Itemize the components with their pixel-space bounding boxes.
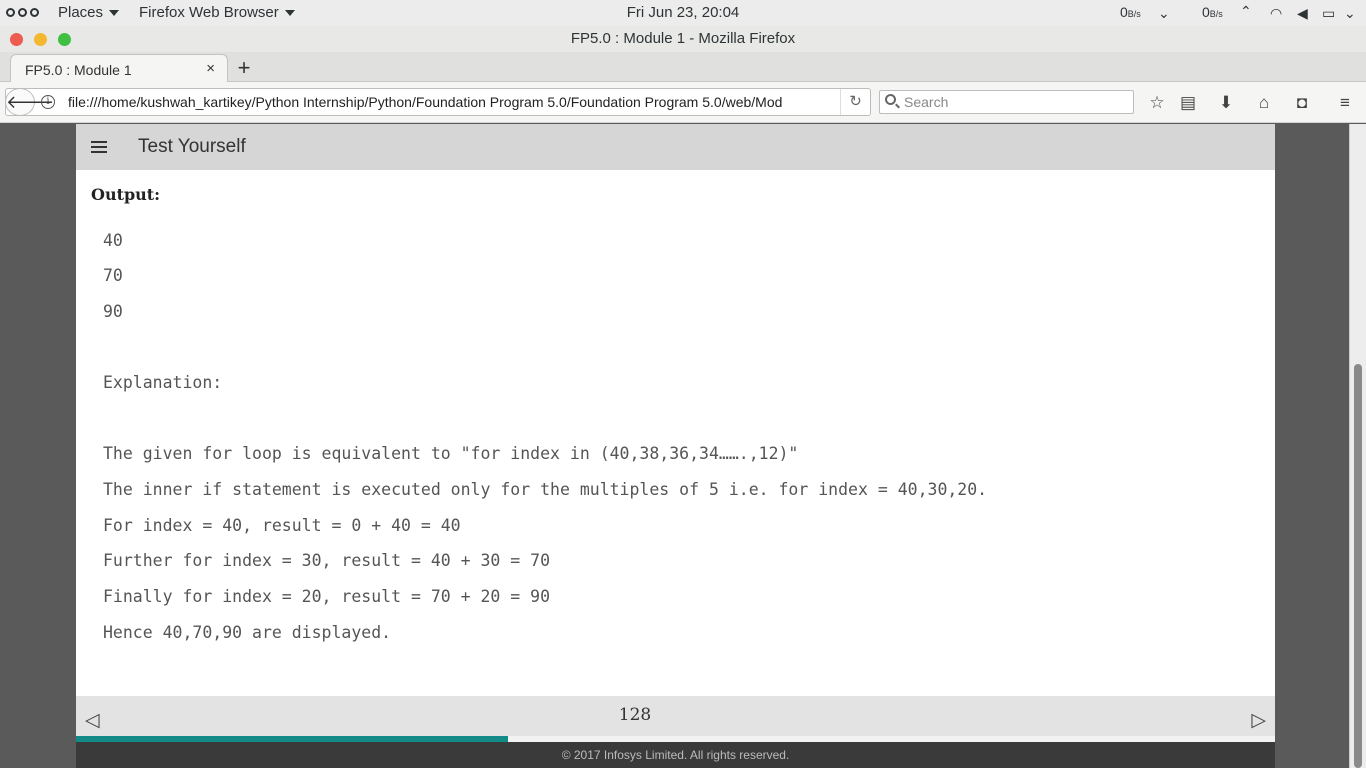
page-title: Test Yourself	[138, 136, 246, 157]
minimize-window-icon[interactable]	[34, 33, 47, 46]
page-content: Test Yourself Output: 40 70 90 Explanati…	[76, 124, 1275, 768]
search-input[interactable]: Search	[879, 90, 1134, 114]
url-bar[interactable]: 🡐 i file:///home/kushwah_kartikey/Python…	[5, 88, 871, 116]
battery-icon[interactable]: ▭	[1322, 5, 1335, 22]
scrollbar[interactable]	[1349, 124, 1366, 768]
output-line: 40	[103, 231, 123, 250]
tab-label: FP5.0 : Module 1	[25, 62, 132, 78]
explanation-line: Further for index = 30, result = 40 + 30…	[103, 551, 551, 570]
page-number: 128	[618, 705, 652, 725]
close-tab-icon[interactable]: ×	[206, 60, 215, 77]
navigation-toolbar: 🡐 i file:///home/kushwah_kartikey/Python…	[0, 82, 1366, 123]
window-titlebar: FP5.0 : Module 1 - Mozilla Firefox	[0, 26, 1366, 52]
home-icon[interactable]: ⌂	[1253, 93, 1275, 113]
app-header: Test Yourself	[76, 124, 1275, 170]
download-icon[interactable]: ⬇	[1215, 93, 1237, 113]
explanation-line: For index = 40, result = 0 + 40 = 40	[103, 516, 461, 535]
power-menu-chevron-icon[interactable]: ⌄	[1344, 5, 1356, 22]
chevron-up-icon[interactable]: ⌃	[1240, 3, 1252, 20]
chevron-down-icon[interactable]: ⌄	[1158, 5, 1170, 22]
scrollbar-thumb[interactable]	[1354, 364, 1362, 768]
explanation-heading: Explanation:	[103, 373, 223, 392]
net-down-readout: 0B/s	[1120, 4, 1141, 20]
explanation-line: The given for loop is equivalent to "for…	[103, 444, 799, 463]
maximize-window-icon[interactable]	[58, 33, 71, 46]
system-top-bar: Places Firefox Web Browser Fri Jun 23, 2…	[0, 0, 1366, 26]
output-line: 90	[103, 302, 123, 321]
copyright-notice: © 2017 Infosys Limited. All rights reser…	[76, 742, 1275, 768]
new-tab-button[interactable]: +	[234, 55, 254, 80]
menu-icon[interactable]	[91, 141, 107, 153]
explanation-line: Finally for index = 20, result = 70 + 20…	[103, 587, 551, 606]
output-line: 70	[103, 266, 123, 285]
net-down-value: 0	[1120, 4, 1128, 20]
reload-icon[interactable]: ↻	[840, 89, 870, 115]
next-page-button[interactable]: ▷	[1251, 709, 1266, 732]
window-title: FP5.0 : Module 1 - Mozilla Firefox	[570, 30, 796, 47]
net-down-unit: B/s	[1127, 9, 1141, 19]
output-label: Output:	[91, 185, 161, 204]
back-button[interactable]: 🡐	[5, 88, 54, 116]
pocket-icon[interactable]: ◘	[1291, 93, 1313, 113]
url-text[interactable]: file:///home/kushwah_kartikey/Python Int…	[68, 94, 838, 110]
wifi-icon[interactable]: ◠	[1270, 5, 1282, 22]
explanation-line: The inner if statement is executed only …	[103, 480, 988, 499]
net-up-value: 0	[1202, 4, 1210, 20]
net-up-unit: B/s	[1209, 9, 1223, 19]
explanation-line: Hence 40,70,90 are displayed.	[103, 623, 392, 642]
volume-icon[interactable]: ◀	[1297, 5, 1308, 22]
reading-list-icon[interactable]: ▤	[1177, 93, 1199, 113]
search-icon	[885, 94, 896, 105]
search-placeholder: Search	[904, 94, 949, 110]
net-up-readout: 0B/s	[1202, 4, 1223, 20]
close-window-icon[interactable]	[10, 33, 23, 46]
tab-module-1[interactable]: FP5.0 : Module 1 ×	[10, 54, 228, 83]
bookmark-star-icon[interactable]: ☆	[1146, 93, 1168, 113]
hamburger-menu-icon[interactable]: ≡	[1334, 93, 1356, 113]
site-info-icon[interactable]: i	[41, 95, 55, 109]
tab-strip: FP5.0 : Module 1 × +	[0, 52, 1366, 83]
